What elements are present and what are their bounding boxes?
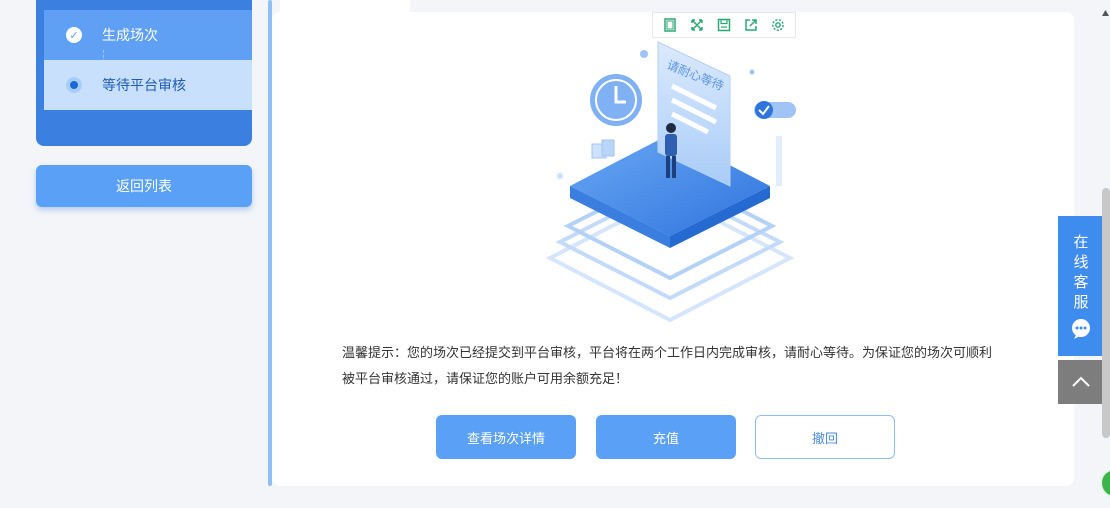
- image-toolbar: [652, 12, 796, 38]
- save-icon[interactable]: [715, 16, 733, 34]
- scroll-up-arrow-icon[interactable]: [1101, 2, 1110, 16]
- cs-char: 客: [1073, 273, 1089, 291]
- top-tab: [280, 0, 410, 12]
- online-customer-service[interactable]: 在 线 客 服: [1058, 216, 1104, 356]
- scrollbar-thumb[interactable]: [1102, 188, 1110, 438]
- steps-panel: ✓ 生成场次 等待平台审核: [36, 0, 252, 146]
- check-icon: ✓: [66, 27, 82, 43]
- back-to-top-button[interactable]: [1058, 360, 1104, 404]
- crop-icon[interactable]: [661, 16, 679, 34]
- recharge-button[interactable]: 充值: [596, 415, 736, 459]
- notice-text: 温馨提示：您的场次已经提交到平台审核，平台将在两个工作日内完成审核，请耐心等待。…: [342, 346, 993, 387]
- current-step-icon: [66, 77, 82, 93]
- waiting-illustration: 请耐心等待: [540, 36, 800, 326]
- revoke-button[interactable]: 撤回: [755, 415, 895, 459]
- settings-icon[interactable]: [769, 16, 787, 34]
- assistant-ball-icon[interactable]: [1100, 468, 1110, 498]
- fullscreen-icon[interactable]: [688, 16, 706, 34]
- chat-bubble-icon: [1070, 318, 1092, 340]
- step-label: 生成场次: [102, 28, 158, 44]
- step-label: 等待平台审核: [102, 78, 186, 94]
- share-icon[interactable]: [742, 16, 760, 34]
- view-session-detail-button[interactable]: 查看场次详情: [436, 415, 576, 459]
- cs-char: 服: [1073, 293, 1089, 311]
- step-generate-session: ✓ 生成场次: [44, 10, 252, 60]
- back-to-list-button[interactable]: 返回列表: [36, 165, 252, 207]
- cs-char: 线: [1073, 253, 1089, 271]
- step-awaiting-review: 等待平台审核: [44, 60, 252, 110]
- chevron-up-icon: [1072, 376, 1090, 387]
- cs-char: 在: [1073, 233, 1089, 251]
